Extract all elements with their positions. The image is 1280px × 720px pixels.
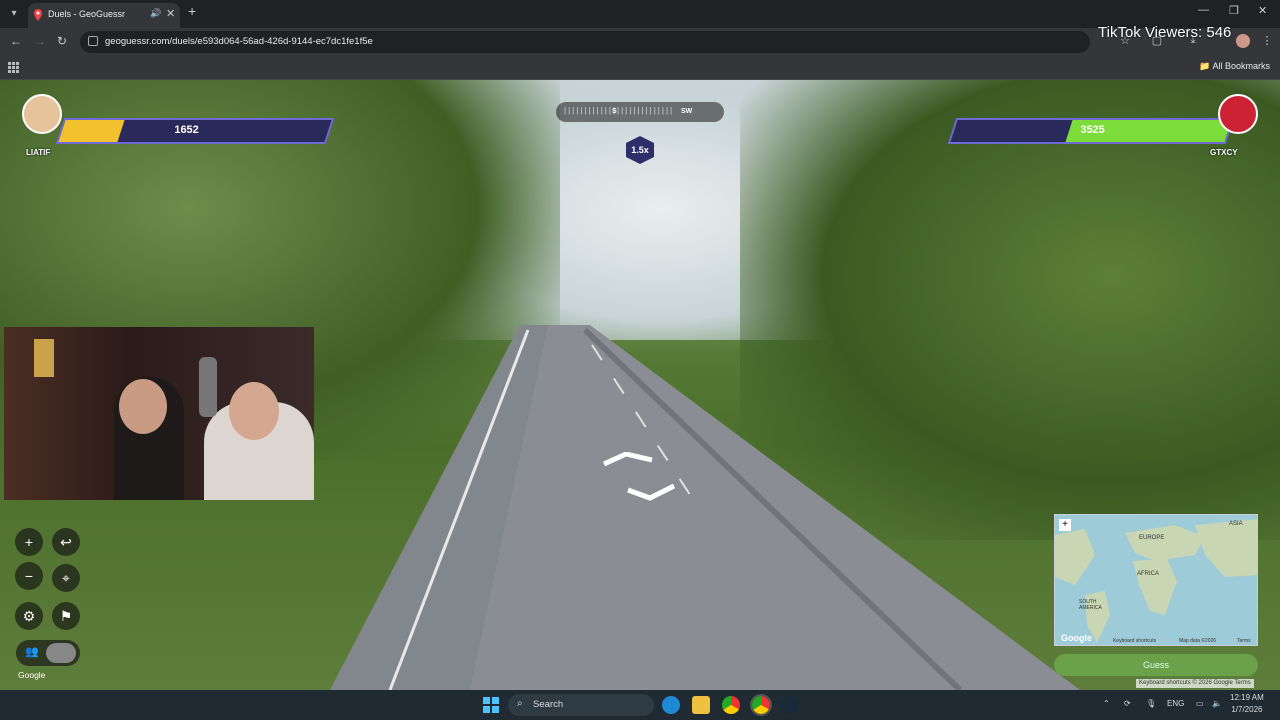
bookmarks-bar: 📁 All Bookmarks xyxy=(0,56,1280,80)
zoom-out-button[interactable]: − xyxy=(15,562,43,590)
chrome-icon[interactable] xyxy=(722,696,740,714)
tray-sync-icon[interactable]: ⟳ xyxy=(1124,699,1131,708)
file-explorer-icon[interactable] xyxy=(692,696,710,714)
reload-button[interactable]: ↻ xyxy=(57,34,67,48)
site-info-icon[interactable] xyxy=(88,36,98,46)
windows-start-icon[interactable] xyxy=(482,696,500,714)
browser-tab-bar: ▾ Duels - GeoGuessr 🔊 ✕ + — ❐ ✕ xyxy=(0,0,1280,28)
map-label-europe: EUROPE xyxy=(1139,535,1165,541)
close-window-button[interactable]: ✕ xyxy=(1258,4,1267,17)
guess-label: Guess xyxy=(1142,660,1169,670)
player1-health-fill xyxy=(58,120,125,142)
taskbar-search[interactable]: ⌕ Search xyxy=(508,694,654,716)
minimap-keyboard-shortcuts[interactable]: Keyboard shortcuts xyxy=(1113,638,1156,644)
google-label: Google xyxy=(18,670,46,680)
tab-duels[interactable]: Duels - GeoGuessr 🔊 ✕ xyxy=(28,3,180,28)
chrome-active-icon[interactable] xyxy=(750,694,772,716)
player2-hp: 3525 xyxy=(1080,124,1105,136)
new-tab-button[interactable]: + xyxy=(188,3,196,19)
settings-gear-icon[interactable]: ⚙ xyxy=(15,602,43,630)
minimap-zoom-in-button[interactable]: + xyxy=(1059,519,1071,531)
back-button[interactable]: ← xyxy=(10,34,22,48)
clock-date: 1/7/2026 xyxy=(1231,705,1263,714)
guess-button[interactable]: Guess xyxy=(1054,654,1258,676)
player2-avatar xyxy=(1218,94,1258,134)
microphone-icon[interactable]: 🎙 xyxy=(1146,699,1156,708)
player1-health-bar: 1652 xyxy=(55,118,335,144)
compass-label-s: S xyxy=(612,108,617,115)
player2-name: GTXCY xyxy=(1210,148,1238,157)
language-indicator[interactable]: ENG xyxy=(1167,699,1184,708)
compass-ticks: ||||||||||||||||||||||||||| xyxy=(564,106,675,115)
map-attribution: Keyboard shortcuts © 2026 Google Terms xyxy=(1136,679,1254,688)
forward-button[interactable]: → xyxy=(34,34,46,48)
maximize-button[interactable]: ❐ xyxy=(1229,4,1239,17)
minimap-map-data: Map data ©2026 xyxy=(1179,638,1217,644)
search-icon: ⌕ xyxy=(517,698,523,709)
speaker-icon[interactable]: 🔊 xyxy=(150,8,161,19)
map-label-asia: ASIA xyxy=(1229,521,1243,527)
compass-label-sw: SW xyxy=(681,108,693,115)
network-icon[interactable]: ▭ xyxy=(1196,699,1204,708)
edge-icon[interactable] xyxy=(662,696,680,714)
clock-time: 12:19 AM xyxy=(1230,693,1264,702)
streamer-1-face xyxy=(119,379,167,434)
taskbar-search-label: Search xyxy=(533,699,564,710)
all-bookmarks-button[interactable]: 📁 All Bookmarks xyxy=(1199,61,1270,72)
minimap-terms[interactable]: Terms xyxy=(1237,638,1251,644)
minimize-button[interactable]: — xyxy=(1198,4,1209,16)
move-arrows[interactable] xyxy=(600,452,680,502)
url-text: geoguessr.com/duels/e593d064-56ad-426d-9… xyxy=(105,36,373,47)
flag-icon[interactable]: ⚑ xyxy=(52,602,80,630)
wall-poster xyxy=(34,339,54,377)
all-bookmarks-label: All Bookmarks xyxy=(1212,61,1270,71)
undo-move-icon[interactable]: ↩ xyxy=(52,528,80,556)
apps-grid-icon[interactable] xyxy=(8,62,19,73)
clock[interactable]: 12:19 AM 1/7/2026 xyxy=(1230,692,1264,716)
team-chat-toggle[interactable]: 👥 xyxy=(16,640,80,666)
zoom-label: 1.5x xyxy=(631,145,649,155)
player2-health-bar: 3525 xyxy=(947,118,1235,144)
minimap-google-logo: Google xyxy=(1061,633,1092,643)
close-tab-icon[interactable]: ✕ xyxy=(166,7,175,20)
tab-title: Duels - GeoGuessr xyxy=(48,9,126,19)
address-bar-row: ← → ↻ geoguessr.com/duels/e593d064-56ad-… xyxy=(0,28,1280,56)
player1-hp: 1652 xyxy=(174,124,199,136)
player1-name: LIATIF xyxy=(26,148,51,157)
tray-chevron-icon[interactable]: ⌃ xyxy=(1103,699,1110,708)
player1-avatar xyxy=(22,94,62,134)
omnibox[interactable]: geoguessr.com/duels/e593d064-56ad-426d-9… xyxy=(80,31,1090,53)
zoom-in-button[interactable]: + xyxy=(15,528,43,556)
map-label-south-america: SOUTH AMERICA xyxy=(1079,599,1102,611)
streamer-2-face xyxy=(229,382,279,440)
microphone xyxy=(199,357,217,417)
people-icon: 👥 xyxy=(25,646,39,658)
steam-icon[interactable] xyxy=(780,696,798,714)
menu-icon[interactable]: ⋮ xyxy=(1260,34,1274,48)
guess-minimap[interactable]: + ASIA EUROPE AFRICA SOUTH AMERICA Googl… xyxy=(1054,514,1258,646)
volume-icon[interactable]: 🔈 xyxy=(1212,699,1222,708)
map-label-africa: AFRICA xyxy=(1137,571,1160,577)
return-to-start-icon[interactable]: ⌖ xyxy=(52,564,80,592)
geoguessr-favicon-icon xyxy=(34,9,42,21)
webcam-overlay xyxy=(4,327,314,500)
toggle-switch xyxy=(46,643,76,663)
profile-avatar[interactable] xyxy=(1236,34,1250,48)
compass: ||||||||||||||||||||||||||| S SW xyxy=(556,102,724,122)
windows-taskbar: ⌕ Search ⌃ ⟳ 🎙 ENG ▭ 🔈 12:19 AM 1/7/2026 xyxy=(0,690,1280,720)
tiktok-viewers-overlay: TikTok Viewers: 546 xyxy=(1098,24,1232,41)
tab-search-icon[interactable]: ▾ xyxy=(6,6,22,22)
